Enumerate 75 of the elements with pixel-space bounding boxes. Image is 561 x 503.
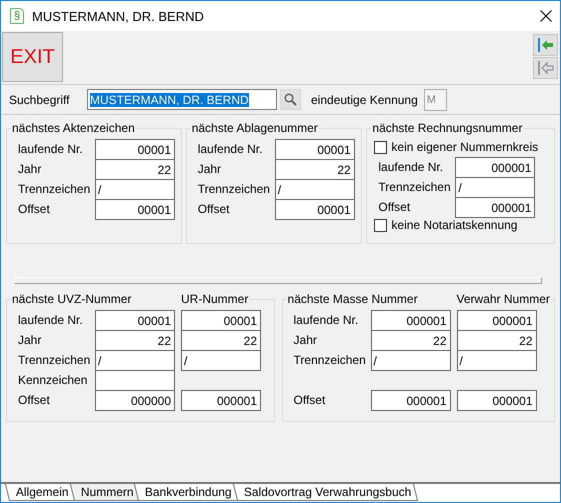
field-label: laufende Nr. [294, 313, 360, 327]
input-field[interactable]: 000000 [95, 390, 175, 411]
group-title: nächste UVZ-Nummer [11, 292, 180, 306]
input-field[interactable] [95, 370, 175, 391]
group-title: UR-Nummer [180, 292, 250, 306]
checkbox[interactable] [374, 218, 388, 232]
kennung-label: eindeutige Kennung [311, 92, 418, 106]
field-label: Trennzeichen [18, 182, 92, 196]
input-field[interactable]: 22 [370, 330, 451, 351]
checkbox-label: kein eigener Nummernkreis [391, 140, 538, 154]
search-label: Suchbegriff [9, 92, 70, 106]
input-field[interactable]: / [455, 177, 536, 198]
input-field[interactable]: 000001 [455, 157, 536, 178]
search-button[interactable] [280, 89, 301, 110]
field-label: Jahr [18, 333, 42, 347]
field-label: laufende Nr. [378, 160, 444, 174]
field-label: Trennzeichen [198, 182, 271, 196]
input-field[interactable]: / [274, 179, 355, 200]
search-icon [284, 93, 297, 106]
tab[interactable]: Allgemein [4, 484, 76, 501]
field-label: laufende Nr. [198, 142, 264, 156]
input-field[interactable]: 00001 [181, 310, 261, 331]
input-field[interactable]: 00001 [95, 139, 175, 160]
app-icon: § [10, 8, 24, 24]
input-field[interactable]: 22 [95, 330, 175, 351]
arrow-to-bar-icon [538, 38, 554, 52]
field-label: Trennzeichen [378, 180, 452, 194]
input-field[interactable]: 000001 [456, 310, 537, 331]
field-label: Offset [198, 202, 230, 216]
input-field[interactable]: / [181, 350, 261, 371]
input-field[interactable]: 22 [274, 159, 355, 180]
field-label: Trennzeichen [18, 353, 92, 367]
group-title: nächstes Aktenzeichen [11, 121, 136, 135]
field-label: Jahr [18, 162, 42, 176]
field-label: Jahr [198, 162, 222, 176]
field-label: Offset [294, 393, 326, 407]
input-field[interactable]: 22 [456, 330, 537, 351]
exit-button[interactable]: EXIT [2, 32, 63, 82]
group-title: Verwahr Nummer [456, 292, 551, 306]
field-label: Trennzeichen [294, 353, 367, 367]
group-title: nächste Masse Nummer [286, 292, 456, 306]
close-icon[interactable] [540, 10, 552, 22]
window-title: MUSTERMANN, DR. BERND [32, 8, 205, 24]
input-field[interactable]: 000001 [370, 310, 451, 331]
group-title: nächste Rechnungsnummer [371, 121, 524, 135]
input-field[interactable]: / [95, 179, 175, 200]
input-field[interactable]: 00001 [95, 310, 175, 331]
input-field[interactable]: 000001 [370, 390, 451, 411]
input-field[interactable]: 00001 [274, 139, 355, 160]
search-field[interactable]: MUSTERMANN, DR. BERND [87, 89, 277, 110]
field-label: Offset [378, 200, 412, 214]
field-label: Kennzeichen [18, 373, 88, 387]
input-field[interactable]: / [370, 350, 451, 371]
field-label: laufende Nr. [18, 313, 84, 327]
arrow-to-bar-icon [538, 61, 554, 75]
input-field[interactable]: / [95, 350, 175, 371]
tab[interactable]: Nummern [70, 484, 140, 501]
field-label: Jahr [294, 333, 318, 347]
input-field[interactable]: / [456, 350, 537, 371]
group-title: nächste Ablagenummer [190, 121, 319, 135]
input-field[interactable]: 22 [95, 159, 175, 180]
field-label: laufende Nr. [18, 142, 84, 156]
input-field[interactable]: 000001 [456, 390, 537, 411]
checkbox[interactable] [374, 140, 388, 154]
field-label: Offset [18, 202, 51, 216]
field-label: Offset [18, 393, 51, 407]
input-field[interactable]: 000001 [181, 390, 261, 411]
input-field[interactable]: 00001 [95, 199, 175, 220]
input-field[interactable]: 22 [181, 330, 261, 351]
input-field[interactable]: 00001 [274, 199, 355, 220]
tab[interactable]: Bankverbindung [134, 484, 240, 501]
tab[interactable]: Saldovortrag Verwahrungsbuch [233, 484, 419, 501]
checkbox-label: keine Notariatskennung [391, 218, 518, 232]
input-field[interactable]: 000001 [455, 197, 536, 218]
nav-button[interactable] [533, 34, 558, 56]
